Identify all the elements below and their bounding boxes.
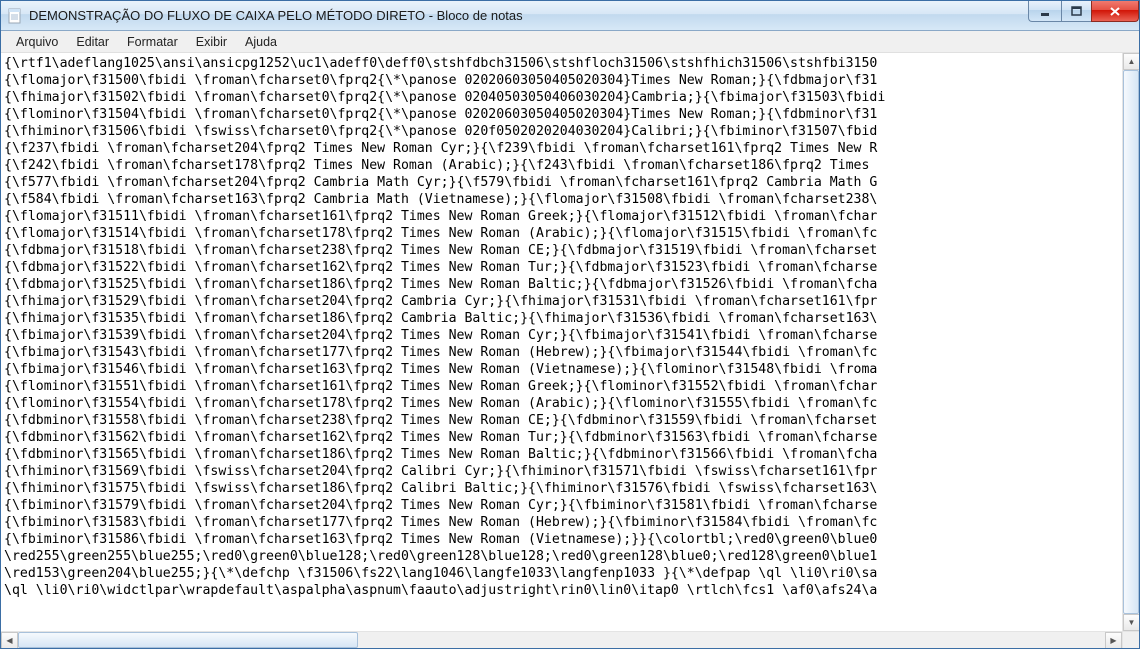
- vertical-scrollbar[interactable]: ▲ ▼: [1122, 53, 1139, 631]
- menu-help[interactable]: Ajuda: [236, 33, 286, 51]
- horizontal-scroll-thumb[interactable]: [18, 632, 358, 648]
- scroll-right-button[interactable]: ▶: [1105, 632, 1122, 648]
- window-title: DEMONSTRAÇÃO DO FLUXO DE CAIXA PELO MÉTO…: [29, 8, 523, 23]
- horizontal-scroll-track[interactable]: [18, 632, 1105, 648]
- text-content[interactable]: {\rtf1\adeflang1025\ansi\ansicpg1252\uc1…: [4, 55, 1121, 630]
- menu-edit[interactable]: Editar: [67, 33, 118, 51]
- title-bar[interactable]: DEMONSTRAÇÃO DO FLUXO DE CAIXA PELO MÉTO…: [1, 1, 1139, 31]
- menu-bar: Arquivo Editar Formatar Exibir Ajuda: [1, 31, 1139, 53]
- notepad-window: DEMONSTRAÇÃO DO FLUXO DE CAIXA PELO MÉTO…: [0, 0, 1140, 649]
- maximize-button[interactable]: [1061, 1, 1091, 22]
- scroll-down-button[interactable]: ▼: [1123, 614, 1139, 631]
- close-button[interactable]: [1091, 1, 1139, 22]
- menu-file[interactable]: Arquivo: [7, 33, 67, 51]
- vertical-scroll-track[interactable]: [1123, 70, 1139, 614]
- minimize-button[interactable]: [1028, 1, 1061, 22]
- menu-view[interactable]: Exibir: [187, 33, 236, 51]
- window-controls: [1028, 1, 1139, 22]
- horizontal-scrollbar[interactable]: ◀ ▶: [1, 631, 1122, 648]
- vertical-scroll-thumb[interactable]: [1123, 70, 1139, 614]
- menu-format[interactable]: Formatar: [118, 33, 187, 51]
- editor-area: {\rtf1\adeflang1025\ansi\ansicpg1252\uc1…: [1, 53, 1139, 648]
- scrollbar-corner: [1122, 631, 1139, 648]
- scroll-left-button[interactable]: ◀: [1, 632, 18, 648]
- scroll-up-button[interactable]: ▲: [1123, 53, 1139, 70]
- notepad-icon: [7, 8, 23, 24]
